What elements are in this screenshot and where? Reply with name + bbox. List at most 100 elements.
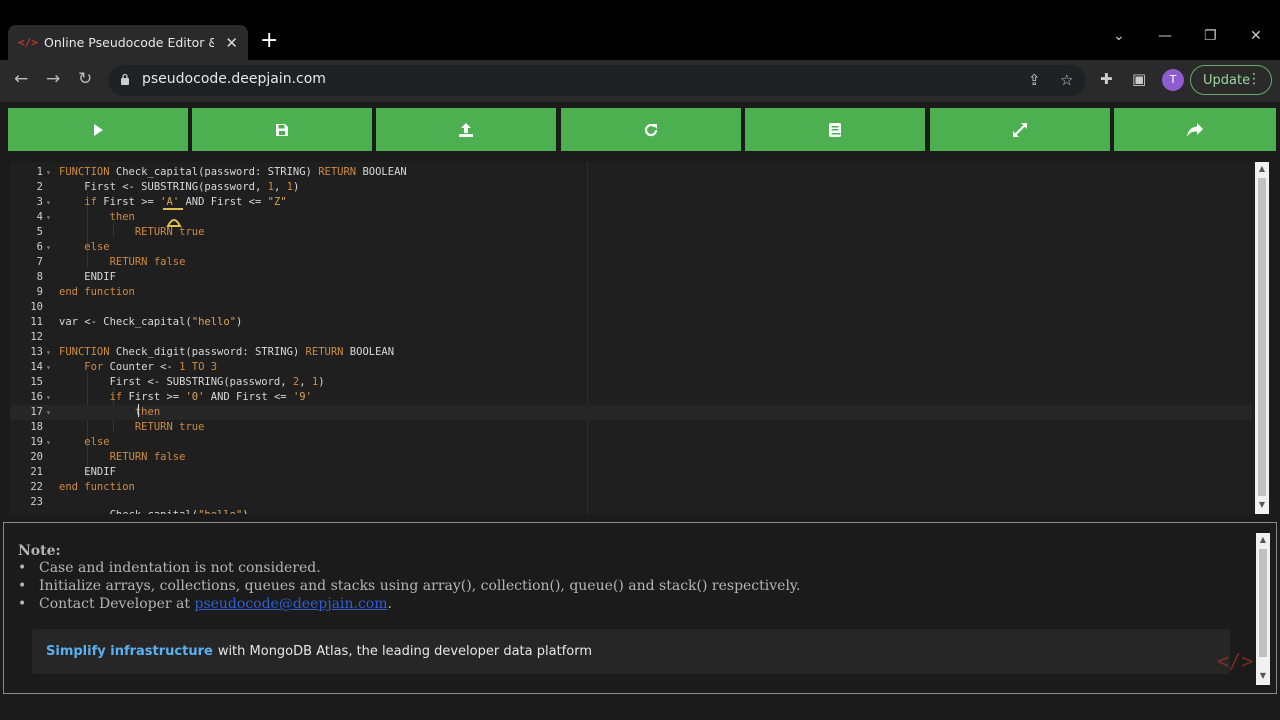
- note-item: • Contact Developer at pseudocode@deepjai…: [18, 596, 392, 612]
- lock-icon: [121, 73, 129, 85]
- scroll-down-icon[interactable]: ▼: [1256, 671, 1270, 680]
- share-icon: [1187, 122, 1203, 137]
- contact-prefix: Contact Developer at: [39, 596, 191, 612]
- fold-arrow-icon[interactable]: ▾: [46, 345, 51, 360]
- fold-arrow-icon[interactable]: ▾: [46, 390, 51, 405]
- bookmark-star-icon[interactable]: ☆: [1060, 71, 1073, 89]
- address-bar[interactable]: pseudocode.deepjain.com ⇪ ☆: [108, 65, 1086, 96]
- new-tab-button[interactable]: +: [260, 30, 278, 52]
- code-text: if First >= '0' AND First <= '9': [109, 391, 312, 403]
- code-line: 19 ▾ else: [10, 435, 1252, 450]
- scroll-down-icon[interactable]: ▼: [1255, 500, 1269, 509]
- reload-icon[interactable]: ↻: [78, 69, 92, 89]
- note-scrollbar[interactable]: ▲ ▼: [1256, 533, 1270, 685]
- line-number: 9: [36, 286, 43, 298]
- line-number: 2: [36, 181, 43, 193]
- code-text: ENDIF: [59, 271, 116, 283]
- close-window-icon[interactable]: ✕: [1250, 28, 1262, 44]
- upload-button[interactable]: [376, 108, 556, 151]
- line-number: 19: [30, 436, 43, 448]
- line-number: 14: [30, 361, 43, 373]
- tab-title: Online Pseudocode Editor & Compiler: [44, 35, 214, 50]
- code-text: RETURN false: [109, 256, 186, 268]
- fold-arrow-icon[interactable]: ▾: [46, 435, 51, 450]
- code-line: 3 ▾ if First >= 'A' AND First <= "Z": [10, 195, 1252, 210]
- line-number: 11: [30, 316, 43, 328]
- code-text: Check_capital("hello"): [59, 508, 249, 514]
- code-text: then: [109, 211, 135, 223]
- line-number: 21: [30, 466, 43, 478]
- code-line: Check_capital("hello"): [10, 508, 1252, 514]
- back-arrow-icon[interactable]: ←: [14, 69, 28, 89]
- line-number: 22: [30, 481, 43, 493]
- reset-button[interactable]: [561, 108, 741, 151]
- code-line: 1 ▾ FUNCTION Check_capital(password: STRIN…: [10, 165, 1252, 180]
- browser-tab[interactable]: </> Online Pseudocode Editor & Compiler …: [8, 25, 248, 60]
- site-favicon-icon: </>: [18, 36, 38, 49]
- code-line: 10: [10, 300, 1252, 315]
- tab-close-icon[interactable]: ✕: [225, 34, 238, 52]
- forward-arrow-icon[interactable]: →: [46, 69, 60, 89]
- code-text: RETURN true: [134, 421, 205, 433]
- browser-tab-bar: </> Online Pseudocode Editor & Compiler …: [0, 0, 1280, 60]
- browser-toolbar: ← → ↻ pseudocode.deepjain.com ⇪ ☆ ✚ ▣ T …: [0, 60, 1280, 102]
- side-panel-icon[interactable]: ▣: [1132, 70, 1146, 88]
- expand-icon: [1013, 122, 1027, 137]
- code-line: 6 ▾ else: [10, 240, 1252, 255]
- mouse-cursor-icon: [163, 208, 183, 227]
- line-number: 12: [30, 331, 43, 343]
- code-line: 22 end function: [10, 480, 1252, 495]
- code-text: For Counter <- 1 TO 3: [84, 361, 218, 373]
- fold-arrow-icon[interactable]: ▾: [46, 210, 51, 225]
- line-number: 13: [30, 346, 43, 358]
- code-editor[interactable]: 1 ▾ FUNCTION Check_capital(password: STRIN…: [10, 162, 1270, 514]
- fold-arrow-icon[interactable]: ▾: [46, 165, 51, 180]
- line-number: 5: [36, 226, 43, 238]
- code-text: RETURN false: [109, 451, 186, 463]
- code-text: then: [134, 406, 161, 418]
- save-button[interactable]: [192, 108, 372, 151]
- fold-arrow-icon[interactable]: ▾: [46, 195, 51, 210]
- scroll-up-icon[interactable]: ▲: [1255, 164, 1269, 173]
- code-text: First <- SUBSTRING(password, 2, 1): [59, 376, 325, 388]
- contact-email-link[interactable]: pseudocode@deepjain.com: [194, 596, 387, 612]
- scroll-up-icon[interactable]: ▲: [1256, 535, 1270, 544]
- scrollbar-thumb[interactable]: [1259, 549, 1267, 657]
- note-item: • Case and indentation is not considered.: [18, 560, 321, 576]
- restore-window-icon[interactable]: ❐: [1204, 28, 1217, 44]
- code-line: 16 ▾ if First >= '0' AND First <= '9': [10, 390, 1252, 405]
- line-number: 17: [30, 406, 43, 418]
- line-number: 16: [30, 391, 43, 403]
- docs-button[interactable]: [745, 108, 925, 151]
- code-text: First <- SUBSTRING(password, 1, 1): [59, 181, 300, 193]
- fold-arrow-icon[interactable]: ▾: [46, 405, 51, 420]
- ad-highlight[interactable]: Simplify infrastructure: [46, 644, 213, 659]
- code-line: 11 var <- Check_capital("hello"): [10, 315, 1252, 330]
- share-button[interactable]: [1114, 108, 1276, 151]
- code-line: 5 RETURN true: [10, 225, 1252, 240]
- line-number: 15: [30, 376, 43, 388]
- code-text: end function: [59, 286, 135, 298]
- line-number: 4: [36, 211, 43, 223]
- fullscreen-button[interactable]: [930, 108, 1110, 151]
- update-button[interactable]: Update ⋮: [1190, 65, 1272, 95]
- fold-arrow-icon[interactable]: ▾: [46, 360, 51, 375]
- action-button-row: [8, 108, 1276, 151]
- line-number: 1: [36, 166, 43, 178]
- code-line: 2 First <- SUBSTRING(password, 1, 1): [10, 180, 1252, 195]
- note-panel: Note: • Case and indentation is not consi…: [3, 522, 1277, 694]
- extensions-puzzle-icon[interactable]: ✚: [1100, 70, 1113, 88]
- fold-arrow-icon[interactable]: ▾: [46, 240, 51, 255]
- more-menu-icon[interactable]: ⋮: [1247, 71, 1261, 87]
- code-text: FUNCTION Check_capital(password: STRING)…: [59, 166, 407, 178]
- minimize-window-icon[interactable]: —: [1158, 28, 1172, 44]
- editor-scrollbar[interactable]: ▲ ▼: [1255, 162, 1269, 514]
- tab-search-chevron-icon[interactable]: ⌄: [1113, 28, 1125, 44]
- scrollbar-thumb[interactable]: [1258, 178, 1266, 496]
- sponsor-banner[interactable]: Simplify infrastructure with MongoDB Atl…: [32, 629, 1230, 674]
- profile-avatar[interactable]: T: [1162, 69, 1184, 91]
- share-page-icon[interactable]: ⇪: [1028, 71, 1041, 89]
- line-number: 18: [30, 421, 43, 433]
- line-number: 3: [36, 196, 43, 208]
- run-button[interactable]: [8, 108, 188, 151]
